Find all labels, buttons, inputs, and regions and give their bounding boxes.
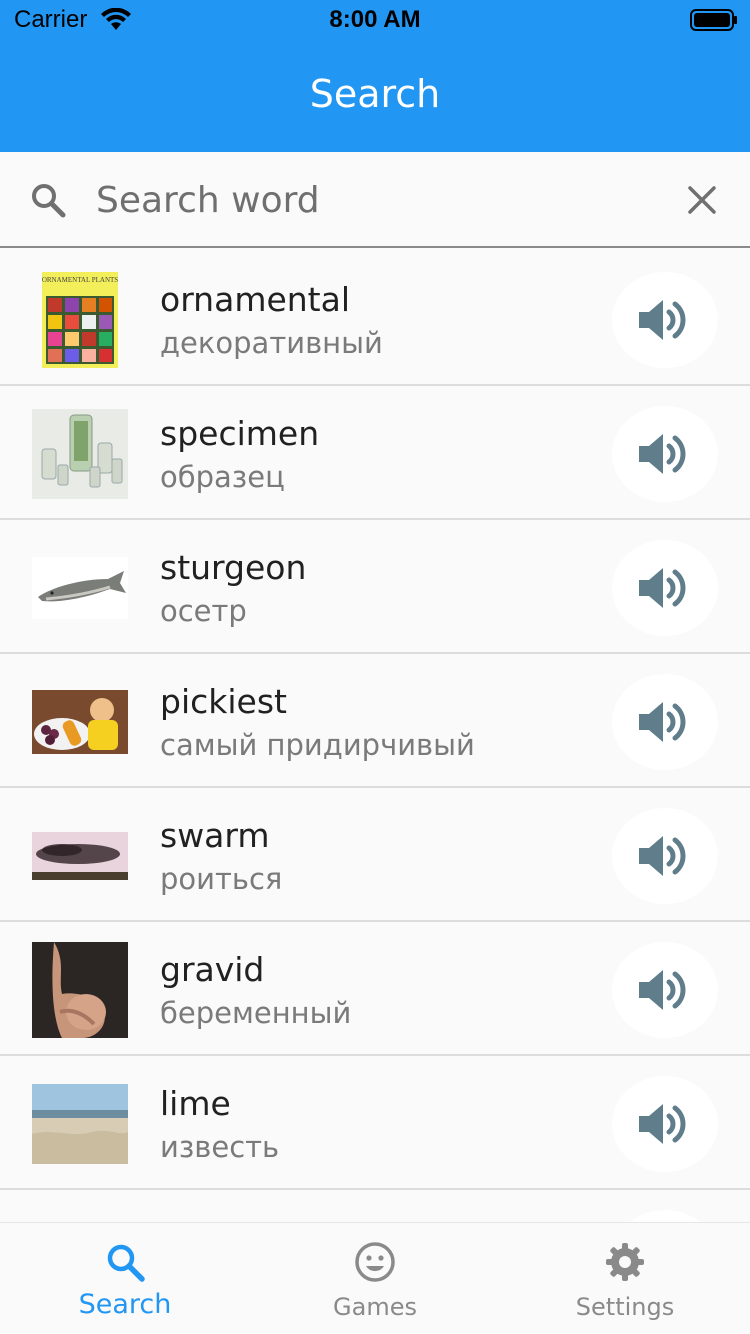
list-item[interactable]: sturgeon осетр [0,520,750,654]
volume-icon [639,300,686,340]
word-image [32,1076,128,1172]
list-item[interactable]: swarm роиться [0,788,750,922]
search-icon [32,184,66,218]
nav-label: Settings [575,1293,675,1321]
word-text: lime [160,1084,231,1123]
list-item[interactable]: pickiest самый придирчивый [0,654,750,788]
volume-icon [639,568,686,608]
status-time: 8:00 AM [329,6,421,33]
word-text: ornamental [160,280,351,319]
translation-text: декоративный [160,326,383,360]
word-text: gravid [160,950,265,989]
word-image [32,406,128,502]
translation-text: самый придирчивый [160,728,475,762]
word-text: swarm [160,816,270,855]
list-item-partial[interactable] [0,1190,750,1222]
nav-item-settings[interactable]: Settings [500,1223,750,1334]
nav-item-search[interactable]: Search [0,1223,250,1334]
translation-text: роиться [160,862,283,896]
svg-text:ORNAMENTAL PLANTS: ORNAMENTAL PLANTS [42,276,118,284]
word-image [32,540,128,636]
list-item[interactable]: specimen образец [0,386,750,520]
list-item[interactable]: ORNAMENTAL PLANTS ornamental декоративны… [0,252,750,386]
word-image: ORNAMENTAL PLANTS [32,272,128,368]
play-sound-button[interactable] [612,674,718,770]
play-sound-button[interactable] [612,272,718,368]
volume-icon [639,970,686,1010]
app-screen: Carrier 8:00 AM Search Search word ORNAM… [0,0,750,1334]
search-icon [107,1244,145,1282]
volume-icon [639,434,686,474]
bottom-navigation: Search Games Settings [0,1222,750,1334]
play-sound-button[interactable] [612,808,718,904]
play-sound-button[interactable] [612,406,718,502]
volume-icon [639,836,686,876]
word-image [32,674,128,770]
app-bar: Carrier 8:00 AM Search [0,0,750,152]
status-bar: Carrier 8:00 AM [0,0,750,40]
play-sound-button[interactable] [612,942,718,1038]
play-sound-button[interactable] [612,1210,718,1222]
translation-text: осетр [160,594,247,628]
translation-text: беременный [160,996,352,1030]
search-input[interactable] [96,172,656,228]
close-icon[interactable] [682,180,722,220]
word-text: pickiest [160,682,287,721]
gear-icon [606,1243,644,1281]
word-image [32,808,128,904]
list-item[interactable]: gravid беременный [0,922,750,1056]
nav-item-games[interactable]: Games [250,1223,500,1334]
play-sound-button[interactable] [612,1076,718,1172]
translation-text: образец [160,460,285,494]
nav-label: Games [333,1293,417,1321]
volume-icon [639,1104,686,1144]
play-sound-button[interactable] [612,540,718,636]
smiley-icon [355,1242,395,1282]
list-item[interactable]: lime известь [0,1056,750,1190]
translation-text: известь [160,1130,280,1164]
page-title: Search [309,72,441,116]
word-text: sturgeon [160,548,307,587]
volume-icon [639,702,686,742]
nav-label: Search [78,1289,172,1320]
word-list: ORNAMENTAL PLANTS ornamental декоративны… [0,252,750,1222]
battery-icon [690,9,737,31]
word-text: specimen [160,414,320,453]
search-bar [0,152,750,248]
word-image [32,942,128,1038]
